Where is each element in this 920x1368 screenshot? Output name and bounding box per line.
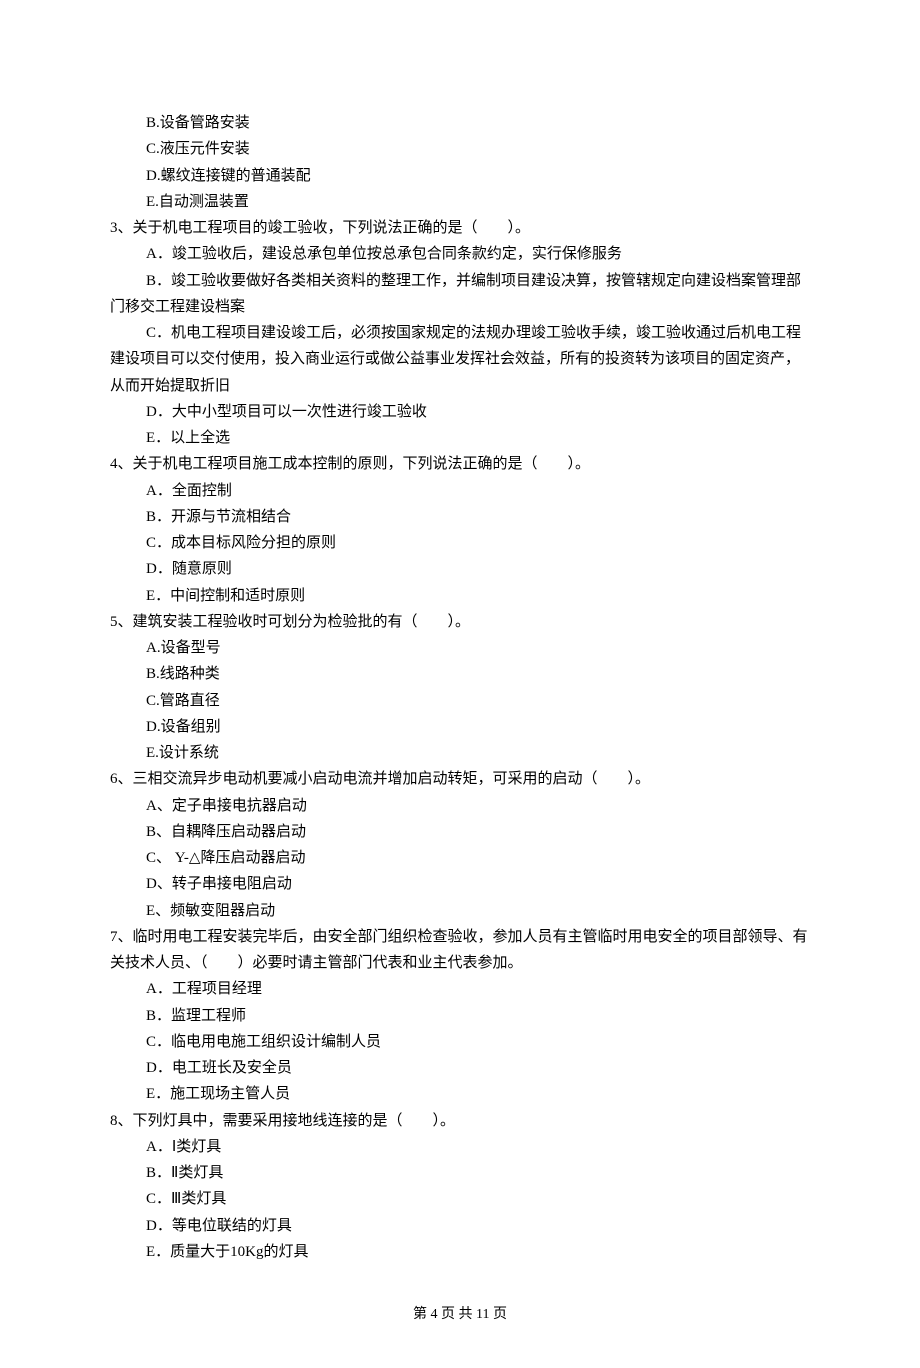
option-item: B.设备管路安装 [110,110,810,136]
option-item: C.液压元件安装 [110,136,810,162]
option-item: A．工程项目经理 [110,976,810,1002]
option-item: B．Ⅱ类灯具 [110,1160,810,1186]
option-item: C.管路直径 [110,688,810,714]
option-item: D．电工班长及安全员 [110,1055,810,1081]
option-item: E．质量大于10Kg的灯具 [110,1239,810,1265]
option-item: D．等电位联结的灯具 [110,1213,810,1239]
document-page: B.设备管路安装 C.液压元件安装 D.螺纹连接键的普通装配 E.自动测温装置 … [0,0,920,1368]
option-item: E．施工现场主管人员 [110,1081,810,1107]
option-item: B、自耦降压启动器启动 [110,819,810,845]
option-item: D.螺纹连接键的普通装配 [110,163,810,189]
option-item: E．中间控制和适时原则 [110,583,810,609]
option-item: D.设备组别 [110,714,810,740]
option-item: A．全面控制 [110,478,810,504]
option-item: B．开源与节流相结合 [110,504,810,530]
option-item: E.自动测温装置 [110,189,810,215]
option-text: B．竣工验收要做好各类相关资料的整理工作，并编制项目建设决算，按管辖规定向建设档… [110,273,801,315]
option-item: D．随意原则 [110,556,810,582]
option-item: E.设计系统 [110,740,810,766]
option-item: C．Ⅲ类灯具 [110,1186,810,1212]
option-item: B．竣工验收要做好各类相关资料的整理工作，并编制项目建设决算，按管辖规定向建设档… [110,268,810,321]
page-footer: 第 4 页 共 11 页 [110,1303,810,1328]
question-4-stem: 4、关于机电工程项目施工成本控制的原则，下列说法正确的是（ ）。 [110,451,810,477]
question-7-stem: 7、临时用电工程安装完毕后，由安全部门组织检查验收，参加人员有主管临时用电安全的… [110,924,810,977]
option-item: A.设备型号 [110,635,810,661]
option-item: A．Ⅰ类灯具 [110,1134,810,1160]
option-item: D、转子串接电阻启动 [110,871,810,897]
question-5-stem: 5、建筑安装工程验收时可划分为检验批的有（ ）。 [110,609,810,635]
question-8-stem: 8、下列灯具中，需要采用接地线连接的是（ ）。 [110,1108,810,1134]
option-item: C、 Y-△降压启动器启动 [110,845,810,871]
option-item: E、频敏变阻器启动 [110,898,810,924]
option-text: C．机电工程项目建设竣工后，必须按国家规定的法规办理竣工验收手续，竣工验收通过后… [110,325,801,394]
option-item: D．大中小型项目可以一次性进行竣工验收 [110,399,810,425]
option-item: C．成本目标风险分担的原则 [110,530,810,556]
option-item: C．临电用电施工组织设计编制人员 [110,1029,810,1055]
option-item: B．监理工程师 [110,1003,810,1029]
option-item: A．竣工验收后，建设总承包单位按总承包合同条款约定，实行保修服务 [110,241,810,267]
question-3-stem: 3、关于机电工程项目的竣工验收，下列说法正确的是（ ）。 [110,215,810,241]
option-item: A、定子串接电抗器启动 [110,793,810,819]
question-6-stem: 6、三相交流异步电动机要减小启动电流并增加启动转矩，可采用的启动（ ）。 [110,766,810,792]
option-item: C．机电工程项目建设竣工后，必须按国家规定的法规办理竣工验收手续，竣工验收通过后… [110,320,810,399]
option-item: E．以上全选 [110,425,810,451]
option-item: B.线路种类 [110,661,810,687]
